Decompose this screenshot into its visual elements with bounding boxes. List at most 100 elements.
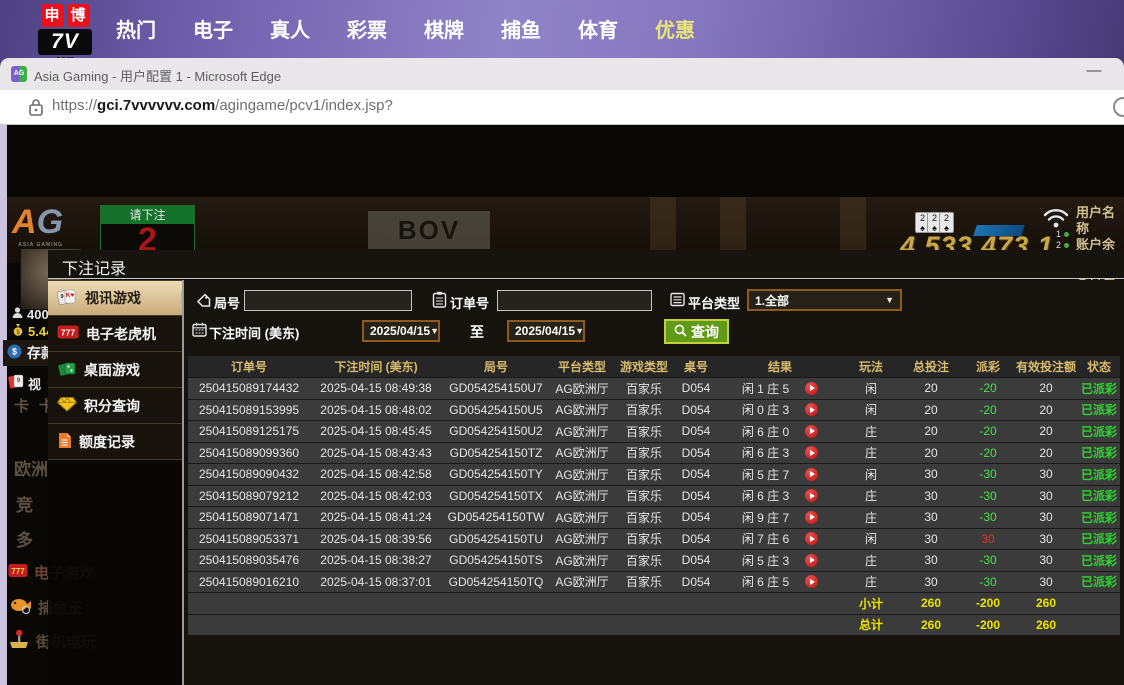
diamond-icon xyxy=(57,396,77,415)
url-text[interactable]: https://gci.7vvvvvv.com/agingame/pcv1/in… xyxy=(52,97,393,114)
cell-status: 已派彩 xyxy=(1078,507,1120,528)
cell-bet: 30 xyxy=(900,507,962,528)
card: 2♠ xyxy=(939,212,954,233)
bet-records-modal: 下注记录 K♥9视讯游戏777电子老虎机桌面游戏积分查询额度记录 局号 订单号 … xyxy=(48,250,1124,685)
tab-视讯游戏[interactable]: K♥9视讯游戏 xyxy=(48,280,182,316)
sidebar-filler xyxy=(48,463,182,685)
cell-platform: AG欧洲厅 xyxy=(550,464,614,485)
doc-icon xyxy=(57,432,72,452)
replay-button[interactable] xyxy=(805,532,818,545)
cell-valid: 30 xyxy=(1014,486,1078,507)
cell-valid: 20 xyxy=(1014,400,1078,421)
search-button[interactable]: 查询 xyxy=(664,319,729,344)
cell-time: 2025-04-15 08:37:01 xyxy=(310,572,442,593)
ag-favicon-icon: AG xyxy=(11,66,27,82)
tab-label: 视讯游戏 xyxy=(85,288,141,308)
date-from-select[interactable]: 2025/04/15 ▼ xyxy=(362,320,440,342)
cell-payout: -30 xyxy=(962,486,1014,507)
chevron-down-icon: ▼ xyxy=(430,326,439,336)
result-text: 闲 0 庄 3 xyxy=(742,401,789,418)
nav-item-2[interactable]: 真人 xyxy=(270,14,310,43)
cell-time: 2025-04-15 08:42:58 xyxy=(310,464,442,485)
video-games-shortcut[interactable]: 9 视 xyxy=(8,373,41,393)
tab-积分查询[interactable]: 积分查询 xyxy=(48,388,182,424)
tab-桌面游戏[interactable]: 桌面游戏 xyxy=(48,352,182,388)
cell-bet: 30 xyxy=(900,529,962,550)
browser-urlbar[interactable]: https://gci.7vvvvvv.com/agingame/pcv1/in… xyxy=(0,90,1124,125)
tablegame-icon xyxy=(57,360,77,380)
arcade-icon xyxy=(8,629,30,653)
nav-item-6[interactable]: 体育 xyxy=(578,14,618,43)
summary-round xyxy=(442,593,550,614)
column-header: 状态 xyxy=(1078,356,1120,377)
cell-time: 2025-04-15 08:49:38 xyxy=(310,378,442,399)
tab-额度记录[interactable]: 额度记录 xyxy=(48,424,182,460)
replay-button[interactable] xyxy=(805,489,818,502)
tab-电子老虎机[interactable]: 777电子老虎机 xyxy=(48,316,182,352)
cell-platform: AG欧洲厅 xyxy=(550,486,614,507)
cell-wager: 闲 xyxy=(842,378,900,399)
platform-select[interactable]: 1.全部 ▼ xyxy=(747,289,902,311)
cell-time: 2025-04-15 08:48:02 xyxy=(310,400,442,421)
cell-order: 250415089174432 xyxy=(188,378,310,399)
replay-button[interactable] xyxy=(805,425,818,438)
cell-bet: 30 xyxy=(900,464,962,485)
summary-payout: -200 xyxy=(962,593,1014,614)
bg-menu-duo: 多 xyxy=(16,526,33,551)
cell-order: 250415089053371 xyxy=(188,529,310,550)
cell-wager: 庄 xyxy=(842,507,900,528)
lock-icon xyxy=(29,98,43,121)
summary-bet: 260 xyxy=(900,615,962,636)
column-header: 桌号 xyxy=(674,356,718,377)
table-row: 2504150891251752025-04-15 08:45:45GD0542… xyxy=(188,420,1120,442)
result-text: 闲 7 庄 6 xyxy=(742,530,789,547)
summary-game xyxy=(614,593,674,614)
replay-button[interactable] xyxy=(805,446,818,459)
nav-item-4[interactable]: 棋牌 xyxy=(424,14,464,43)
cell-status: 已派彩 xyxy=(1078,550,1120,571)
cell-order: 250415089153995 xyxy=(188,400,310,421)
minimize-button[interactable]: — xyxy=(1082,62,1106,79)
bet-time-label: 下注时间 (美东) xyxy=(209,323,299,342)
cell-valid: 30 xyxy=(1014,550,1078,571)
nav-item-3[interactable]: 彩票 xyxy=(347,14,387,43)
cell-table: D054 xyxy=(674,529,718,550)
column-header: 游戏类型 xyxy=(614,356,674,377)
cell-valid: 30 xyxy=(1014,507,1078,528)
nav-item-7[interactable]: 优惠 xyxy=(655,14,695,43)
order-input[interactable] xyxy=(497,290,652,311)
replay-button[interactable] xyxy=(805,554,818,567)
cell-result: 闲 7 庄 6 xyxy=(718,529,842,550)
replay-button[interactable] xyxy=(805,403,818,416)
person-icon xyxy=(12,307,23,322)
cell-game: 百家乐 xyxy=(614,464,674,485)
round-input[interactable] xyxy=(244,290,412,311)
modal-sidebar: K♥9视讯游戏777电子老虎机桌面游戏积分查询额度记录 xyxy=(48,280,182,463)
cell-table: D054 xyxy=(674,421,718,442)
cell-status: 已派彩 xyxy=(1078,400,1120,421)
cell-result: 闲 6 庄 3 xyxy=(718,486,842,507)
replay-button[interactable] xyxy=(805,468,818,481)
replay-button[interactable] xyxy=(805,575,818,588)
site-logo[interactable]: 申 博 7V com xyxy=(38,4,92,63)
bg-menu-jing: 竞 xyxy=(16,491,33,516)
summary-wager: 总计 xyxy=(842,615,900,636)
summary-order xyxy=(188,593,310,614)
nav-item-5[interactable]: 捕鱼 xyxy=(501,14,541,43)
nav-item-1[interactable]: 电子 xyxy=(193,14,233,43)
replay-button[interactable] xyxy=(805,511,818,524)
cell-game: 百家乐 xyxy=(614,421,674,442)
date-to-select[interactable]: 2025/04/15 ▼ xyxy=(507,320,585,342)
slot-777-icon: 777 xyxy=(8,563,28,582)
nav-item-0[interactable]: 热门 xyxy=(116,14,156,43)
cell-bet: 30 xyxy=(900,572,962,593)
slot777-icon: 777 xyxy=(57,324,79,343)
table-row: 2504150890904322025-04-15 08:42:58GD0542… xyxy=(188,463,1120,485)
window-title: Asia Gaming - 用户配置 1 - Microsoft Edge xyxy=(34,66,281,85)
cell-order: 250415089079212 xyxy=(188,486,310,507)
table-row: 2504150890792122025-04-15 08:42:03GD0542… xyxy=(188,485,1120,507)
cell-game: 百家乐 xyxy=(614,529,674,550)
browser-profile-icon[interactable] xyxy=(1113,97,1124,117)
cell-wager: 庄 xyxy=(842,421,900,442)
replay-button[interactable] xyxy=(805,382,818,395)
